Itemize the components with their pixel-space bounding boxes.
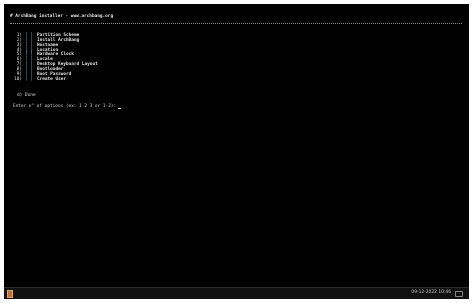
menu-item-checkbox: [ ] xyxy=(25,76,33,82)
terminal-window[interactable]: # ArchBang installer - www.archbang.org … xyxy=(4,4,469,298)
option-prompt[interactable]: Enter n° of options (ex: 1 2 3 or 1-3): xyxy=(13,104,122,109)
installer-menu: 1)[ ] Partition Scheme 2)[ ] Install ArchBa… xyxy=(14,33,98,83)
battery-icon[interactable] xyxy=(455,291,463,297)
prompt-text: Enter n° of options (ex: 1 2 3 or 1-3): xyxy=(13,104,117,109)
title-divider xyxy=(10,23,462,24)
clock: 09-12-2022 10:46 xyxy=(411,290,451,295)
text-cursor xyxy=(118,108,122,109)
window-title: # ArchBang installer - www.archbang.org xyxy=(10,14,114,19)
taskbar: 09-12-2022 10:46 xyxy=(4,287,469,299)
menu-item[interactable]: 10)[ ] Create User xyxy=(14,76,98,83)
menu-item-done[interactable]: d) Done xyxy=(17,93,36,98)
menu-item-number: 10) xyxy=(14,76,22,82)
archbang-logo-icon[interactable] xyxy=(7,290,13,298)
menu-item-label: Create User xyxy=(36,76,67,82)
